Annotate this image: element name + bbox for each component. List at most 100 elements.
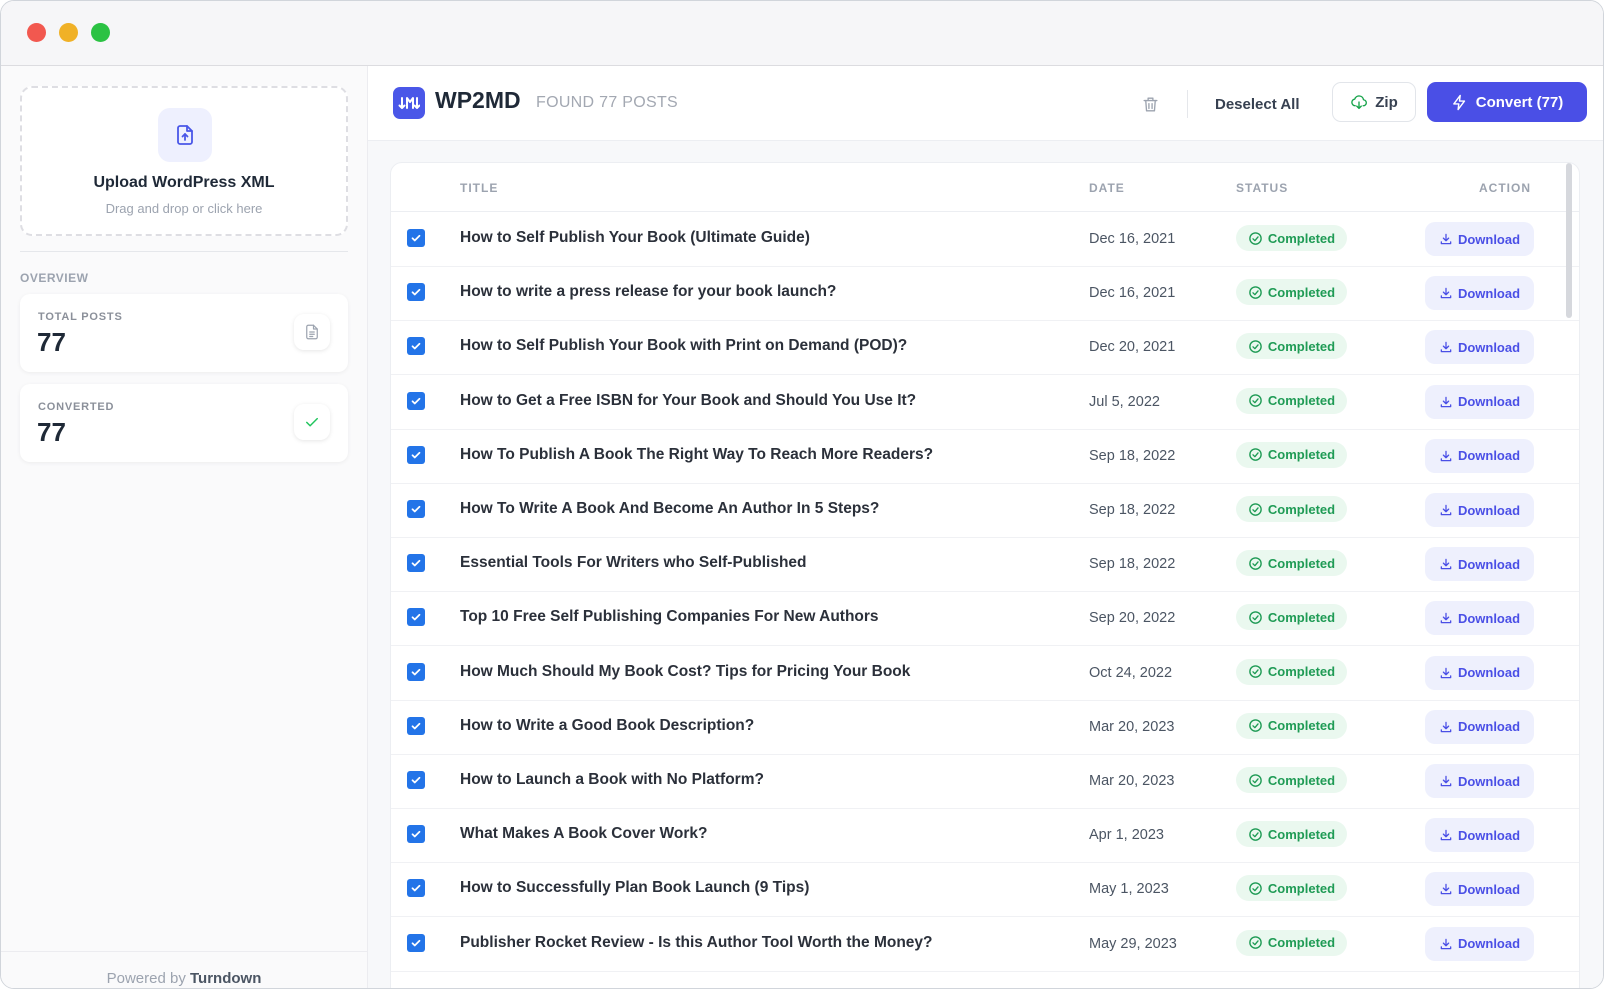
row-checkbox[interactable] <box>407 933 425 952</box>
post-date: Oct 24, 2022 <box>1089 664 1173 681</box>
post-title: How to Launch a Book with No Platform? <box>460 771 764 788</box>
row-checkbox[interactable] <box>407 554 425 573</box>
top-header: WP2MD FOUND 77 POSTS Deselect All Zip Co… <box>368 66 1603 141</box>
status-badge: Completed <box>1236 387 1347 414</box>
close-window-button[interactable] <box>27 23 46 42</box>
convert-label: Convert (77) <box>1475 93 1564 111</box>
row-checkbox[interactable] <box>407 662 425 681</box>
app-window: Upload WordPress XML Drag and drop or cl… <box>0 0 1604 989</box>
deselect-all-button[interactable]: Deselect All <box>1203 86 1312 122</box>
status-text: Completed <box>1267 393 1336 409</box>
row-checkbox[interactable] <box>407 391 425 410</box>
post-date: May 29, 2023 <box>1089 935 1177 952</box>
row-checkbox[interactable] <box>407 879 425 898</box>
download-icon <box>1440 396 1452 407</box>
row-checkbox[interactable] <box>407 608 425 627</box>
upload-dropzone[interactable]: Upload WordPress XML Drag and drop or cl… <box>20 86 348 236</box>
check-circle-icon <box>1249 882 1262 895</box>
download-button[interactable]: Download <box>1425 601 1534 636</box>
status-badge: Completed <box>1236 767 1347 793</box>
status-text: Completed <box>1267 555 1336 571</box>
check-circle-icon <box>1249 936 1262 949</box>
check-circle-icon <box>1249 611 1262 624</box>
row-checkbox[interactable] <box>407 825 425 844</box>
post-date: Mar 20, 2023 <box>1089 773 1175 789</box>
download-label: Download <box>1457 719 1521 735</box>
download-label: Download <box>1457 231 1521 247</box>
row-checkbox[interactable] <box>407 283 425 302</box>
download-icon <box>1440 938 1452 949</box>
download-button[interactable]: Download <box>1425 330 1534 365</box>
column-header-date[interactable]: DATE <box>1089 181 1125 195</box>
check-circle-icon <box>1249 665 1262 678</box>
download-button[interactable]: Download <box>1425 222 1534 256</box>
download-button[interactable]: Download <box>1425 438 1534 473</box>
check-icon <box>294 404 330 440</box>
download-label: Download <box>1457 502 1521 518</box>
zip-button[interactable]: Zip <box>1332 82 1416 122</box>
status-badge: Completed <box>1236 333 1347 360</box>
post-date: Jul 5, 2022 <box>1089 393 1160 410</box>
table-row: How to Get a Free ISBN for Your Book and… <box>391 375 1579 430</box>
download-button[interactable]: Download <box>1425 384 1534 419</box>
download-button[interactable]: Download <box>1425 547 1534 582</box>
download-icon <box>1440 721 1452 733</box>
footer-brand-link[interactable]: Turndown <box>190 970 261 987</box>
check-circle-icon <box>1249 827 1262 841</box>
download-icon <box>1440 613 1452 624</box>
status-badge: Completed <box>1236 441 1347 468</box>
status-text: Completed <box>1267 664 1336 680</box>
status-text: Completed <box>1267 501 1336 517</box>
upload-title: Upload WordPress XML <box>93 174 275 191</box>
download-icon <box>1440 775 1452 787</box>
table-row: How To Publish A Book The Right Way To R… <box>391 429 1579 484</box>
row-checkbox[interactable] <box>407 445 425 464</box>
row-checkbox[interactable] <box>407 771 425 789</box>
post-title: How to Write a Good Book Description? <box>460 716 755 734</box>
table-row: How Much Should My Book Cost? Tips for P… <box>391 646 1579 701</box>
post-date: Dec 16, 2021 <box>1089 231 1176 247</box>
convert-button[interactable]: Convert (77) <box>1427 82 1587 122</box>
total-posts-card: TOTAL POSTS 77 <box>20 294 348 372</box>
download-button[interactable]: Download <box>1425 872 1534 907</box>
download-button[interactable]: Download <box>1425 926 1534 961</box>
download-button[interactable]: Download <box>1425 709 1534 744</box>
download-icon <box>1440 504 1452 516</box>
trash-icon[interactable] <box>1136 90 1164 118</box>
download-icon <box>1440 287 1452 299</box>
column-header-title[interactable]: TITLE <box>460 181 498 195</box>
download-button[interactable]: Download <box>1425 493 1534 527</box>
file-upload-icon <box>158 108 212 162</box>
row-checkbox[interactable] <box>407 229 425 247</box>
converted-card: CONVERTED 77 <box>20 384 348 462</box>
post-title: How To Write A Book And Become An Author… <box>460 500 880 517</box>
download-label: Download <box>1457 827 1521 843</box>
table-row: Essential Tools For Writers who Self-Pub… <box>391 537 1579 593</box>
post-date: Dec 16, 2021 <box>1089 285 1176 302</box>
maximize-window-button[interactable] <box>91 23 110 42</box>
status-badge: Completed <box>1236 929 1347 956</box>
download-button[interactable]: Download <box>1425 276 1534 311</box>
download-button[interactable]: Download <box>1425 764 1534 798</box>
status-badge: Completed <box>1236 658 1347 685</box>
column-header-status[interactable]: STATUS <box>1236 181 1288 195</box>
post-date: Mar 20, 2023 <box>1089 718 1175 735</box>
status-text: Completed <box>1267 880 1336 896</box>
row-checkbox[interactable] <box>407 716 425 735</box>
download-icon <box>1440 450 1452 462</box>
check-circle-icon <box>1249 556 1262 570</box>
post-date: Sep 18, 2022 <box>1089 447 1176 464</box>
status-badge: Completed <box>1236 496 1347 522</box>
download-button[interactable]: Download <box>1425 818 1534 853</box>
status-text: Completed <box>1267 609 1336 625</box>
status-badge: Completed <box>1236 279 1347 306</box>
download-label: Download <box>1457 394 1521 410</box>
row-checkbox[interactable] <box>407 500 425 518</box>
row-checkbox[interactable] <box>407 337 425 356</box>
download-icon <box>1440 884 1452 895</box>
minimize-window-button[interactable] <box>59 23 78 42</box>
status-text: Completed <box>1267 935 1336 951</box>
table-scrollbar[interactable] <box>1566 163 1572 318</box>
download-button[interactable]: Download <box>1425 655 1534 690</box>
post-title: Publisher Rocket Review - Is this Author… <box>460 933 933 951</box>
